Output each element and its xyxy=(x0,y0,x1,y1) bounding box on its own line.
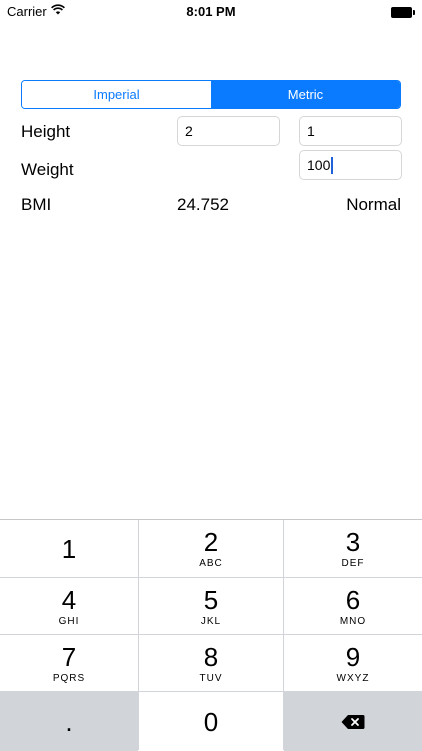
height-label: Height xyxy=(21,122,71,141)
unit-segmented-control: Imperial Metric xyxy=(21,80,401,109)
key-4-digit: 4 xyxy=(61,584,77,615)
key-2-digit: 2 xyxy=(203,527,219,557)
key-5-letters: JKL xyxy=(200,615,222,627)
key-1[interactable]: 1 xyxy=(0,520,138,577)
height-field-2[interactable]: 1 xyxy=(299,116,402,146)
height-field-2-value: 1 xyxy=(307,123,315,139)
key-7-letters: PQRS xyxy=(52,672,86,684)
key-decimal[interactable]: . xyxy=(0,692,138,751)
key-4-letters: GHI xyxy=(58,615,80,627)
key-5[interactable]: 5 JKL xyxy=(139,578,283,634)
key-6[interactable]: 6 MNO xyxy=(284,578,422,634)
key-7-digit: 7 xyxy=(61,641,77,672)
key-2[interactable]: 2 ABC xyxy=(139,520,283,577)
weight-label: Weight xyxy=(21,160,74,179)
bmi-label: BMI xyxy=(21,195,52,214)
key-2-letters: ABC xyxy=(199,558,223,569)
bmi-value: 24.752 xyxy=(177,195,229,214)
text-cursor xyxy=(331,156,334,174)
backspace-key[interactable] xyxy=(284,692,422,751)
key-8-digit: 8 xyxy=(203,641,219,672)
key-3-letters: DEF xyxy=(341,558,365,569)
key-7[interactable]: 7 PQRS xyxy=(0,635,138,691)
battery-icon xyxy=(391,7,415,18)
key-5-digit: 5 xyxy=(203,584,219,615)
backspace-icon xyxy=(341,714,365,729)
key-8-letters: TUV xyxy=(199,672,223,684)
key-0-digit: 0 xyxy=(203,706,219,737)
key-1-digit: 1 xyxy=(61,533,77,564)
segment-metric[interactable]: Metric xyxy=(211,81,400,108)
key-9-digit: 9 xyxy=(345,641,361,672)
key-3[interactable]: 3 DEF xyxy=(284,520,422,577)
key-6-letters: MNO xyxy=(339,615,367,627)
height-field-1[interactable]: 2 xyxy=(177,116,280,146)
key-6-digit: 6 xyxy=(345,584,361,615)
segment-imperial[interactable]: Imperial xyxy=(22,81,211,108)
weight-field[interactable]: 100 xyxy=(299,150,402,180)
status-time: 8:01 PM xyxy=(186,4,236,19)
key-0[interactable]: 0 xyxy=(139,692,283,751)
key-3-digit: 3 xyxy=(345,527,361,557)
bmi-category: Normal xyxy=(346,195,401,214)
key-4[interactable]: 4 GHI xyxy=(0,578,138,634)
status-bar: Carrier 8:01 PM xyxy=(0,0,422,24)
key-8[interactable]: 8 TUV xyxy=(139,635,283,691)
weight-field-value: 100 xyxy=(307,157,331,173)
numeric-keypad: 1 2 ABC 3 DEF 4 GHI 5 JKL 6 MNO 7 PQRS 8… xyxy=(0,519,422,751)
key-9[interactable]: 9 WXYZ xyxy=(284,635,422,691)
height-field-1-value: 2 xyxy=(185,123,193,139)
key-9-letters: WXYZ xyxy=(336,672,370,684)
key-decimal-label: . xyxy=(65,706,73,737)
